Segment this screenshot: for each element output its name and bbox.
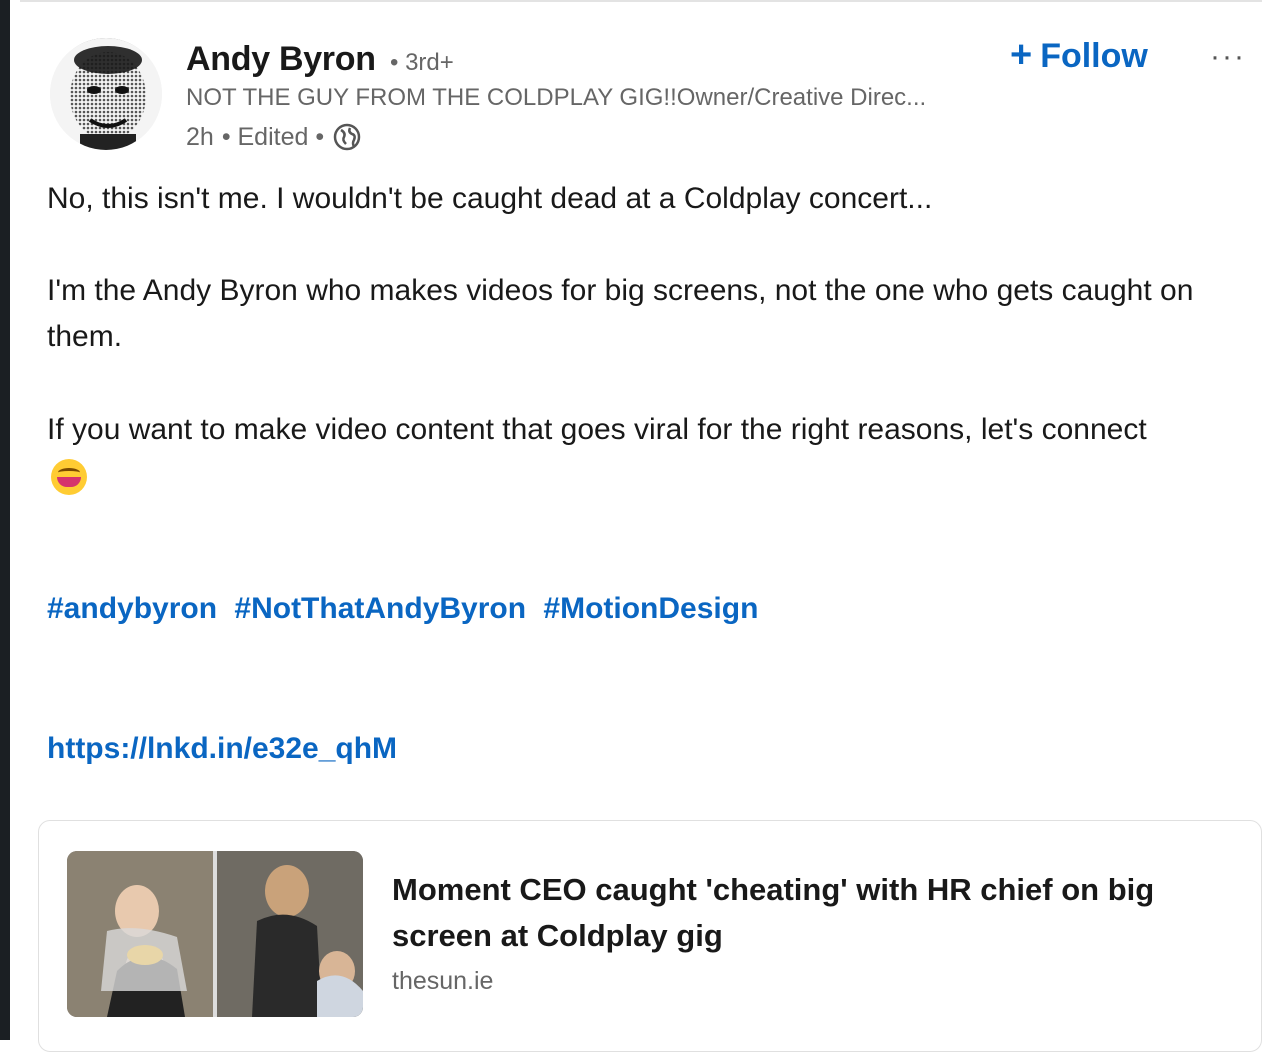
post-paragraph-text: If you want to make video content that g… [47, 413, 1147, 446]
post-meta: 2h • Edited • [186, 122, 362, 152]
window-edge [0, 0, 10, 1040]
author-name[interactable]: Andy Byron [186, 40, 376, 79]
preview-thumbnail[interactable] [67, 851, 363, 1017]
avatar[interactable] [50, 38, 162, 150]
divider [20, 0, 1262, 2]
author-headline: NOT THE GUY FROM THE COLDPLAY GIG!!Owner… [186, 84, 927, 111]
connection-degree: • 3rd+ [390, 49, 454, 76]
edited-label: • Edited • [221, 122, 325, 151]
more-options-button[interactable]: ··· [1210, 40, 1246, 74]
plus-icon: + [1010, 33, 1033, 76]
post-time: 2h [186, 122, 214, 151]
hashtag-link[interactable]: #andybyron [47, 592, 217, 625]
preview-source: thesun.ie [392, 967, 494, 995]
hashtag-link[interactable]: #NotThatAndyByron [234, 592, 526, 625]
hashtag-list: #andybyron #NotThatAndyByron #MotionDesi… [47, 592, 767, 626]
laughing-face-emoji-icon [51, 459, 87, 496]
follow-label: Follow [1040, 36, 1148, 75]
post-paragraph: If you want to make video content that g… [47, 407, 1252, 499]
preview-title[interactable]: Moment CEO caught 'cheating' with HR chi… [392, 867, 1192, 959]
post-paragraph: I'm the Andy Byron who makes videos for … [47, 274, 1194, 353]
globe-icon [332, 122, 362, 152]
shared-link[interactable]: https://lnkd.in/e32e_qhM [47, 732, 397, 766]
hashtag-link[interactable]: #MotionDesign [543, 592, 758, 625]
post-paragraph: No, this isn't me. I wouldn't be caught … [47, 182, 933, 215]
follow-button[interactable]: + Follow [1010, 34, 1148, 78]
link-preview-card[interactable]: Moment CEO caught 'cheating' with HR chi… [38, 820, 1262, 1052]
